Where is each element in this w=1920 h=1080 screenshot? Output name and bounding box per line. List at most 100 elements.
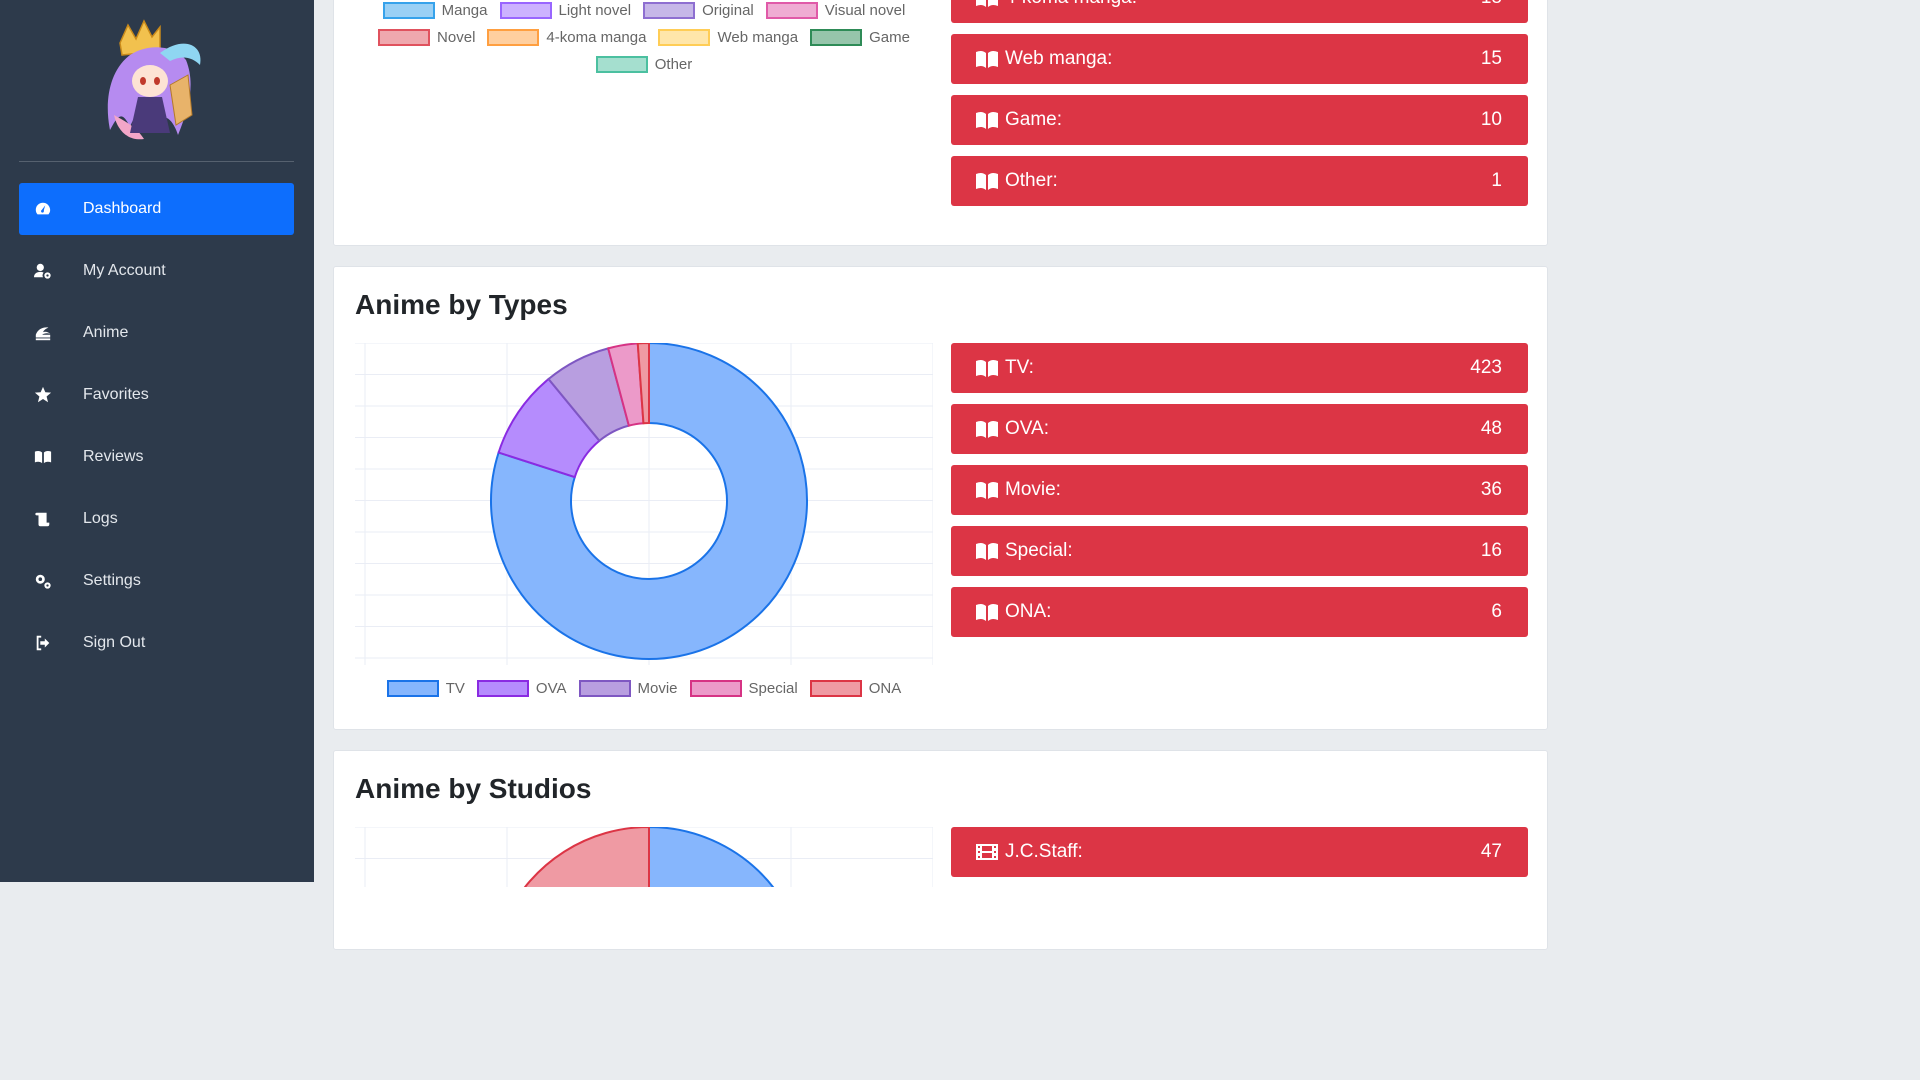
book-open-icon bbox=[975, 541, 999, 561]
sidebar-item-dashboard[interactable]: Dashboard bbox=[19, 183, 294, 235]
sidebar-item-favorites[interactable]: Favorites bbox=[19, 369, 294, 421]
legend-item[interactable]: Movie bbox=[578, 675, 678, 702]
legend-label: OVA bbox=[535, 680, 567, 697]
logo bbox=[100, 15, 212, 145]
types-legend: TV OVA Movie Special ONA bbox=[355, 675, 933, 702]
scroll-icon bbox=[34, 510, 52, 528]
sidebar: Dashboard My Account Anime Favorites Rev… bbox=[0, 0, 314, 882]
card-title: Anime by Types bbox=[355, 289, 568, 320]
stat-label: 4-koma manga: bbox=[1005, 0, 1481, 9]
sources-card: Manga Light novel Original Visual novel Nove… bbox=[333, 0, 1548, 246]
user-gear-icon bbox=[34, 262, 52, 280]
legend-swatch bbox=[487, 29, 540, 46]
legend-swatch bbox=[378, 29, 431, 46]
book-open-icon bbox=[34, 448, 52, 466]
stat-value: 36 bbox=[1480, 479, 1502, 500]
sidebar-item-label: Anime bbox=[83, 324, 129, 341]
stat-label: ONA: bbox=[1005, 601, 1052, 622]
stat-row: Movie: 36 bbox=[951, 465, 1528, 515]
stat-row: ONA: 6 bbox=[951, 587, 1528, 637]
stat-label: Web manga: bbox=[1005, 48, 1113, 69]
stat-value: 6 bbox=[1491, 601, 1502, 622]
book-open-icon bbox=[975, 419, 999, 439]
legend-label: Web manga bbox=[717, 29, 799, 46]
stat-label: Movie: bbox=[1005, 479, 1061, 500]
legend-label: Original bbox=[702, 2, 754, 19]
stat-label: Special: bbox=[1005, 540, 1073, 561]
stat-row: TV: 423 bbox=[951, 343, 1528, 393]
stat-value: 10 bbox=[1480, 109, 1502, 130]
sources-legend: Manga Light novel Original Visual novel Nove… bbox=[355, 0, 933, 78]
legend-item[interactable]: TV bbox=[386, 675, 465, 702]
stat-label: TV: bbox=[1005, 357, 1034, 378]
legend-swatch bbox=[809, 680, 862, 697]
legend-label: Special bbox=[748, 680, 798, 697]
legend-swatch bbox=[499, 2, 552, 19]
book-open-icon bbox=[975, 171, 999, 191]
legend-label: Game bbox=[869, 29, 910, 46]
stat-row: Other: 1 bbox=[951, 156, 1528, 206]
sidebar-divider bbox=[19, 161, 294, 162]
stat-row: Web manga: 15 bbox=[951, 34, 1528, 84]
slice-studio-red[interactable] bbox=[506, 827, 650, 887]
sidebar-item-label: Favorites bbox=[83, 386, 149, 403]
studios-pie-chart bbox=[355, 827, 933, 887]
slice-studio-blue[interactable] bbox=[648, 827, 807, 887]
sign-out-icon bbox=[34, 634, 52, 652]
legend-swatch bbox=[386, 680, 439, 697]
book-open-icon bbox=[975, 602, 999, 622]
stat-label: J.C.Staff: bbox=[1005, 841, 1083, 862]
legend-label: Visual novel bbox=[824, 2, 906, 19]
sidebar-item-sign-out[interactable]: Sign Out bbox=[19, 617, 294, 669]
legend-item[interactable]: Original bbox=[643, 0, 754, 24]
sidebar-item-label: Dashboard bbox=[83, 200, 162, 217]
book-open-icon bbox=[975, 358, 999, 378]
legend-item[interactable]: Visual novel bbox=[765, 0, 906, 24]
sidebar-item-anime[interactable]: Anime bbox=[19, 307, 294, 359]
stat-value: 1 bbox=[1491, 170, 1502, 191]
legend-item[interactable]: Novel bbox=[378, 24, 475, 51]
stat-value: 423 bbox=[1470, 357, 1502, 378]
sidebar-item-label: Logs bbox=[83, 510, 118, 527]
legend-item[interactable]: Manga bbox=[382, 0, 488, 24]
legend-item[interactable]: Other bbox=[595, 51, 693, 78]
sidebar-item-label: Settings bbox=[83, 572, 141, 589]
legend-item[interactable]: Game bbox=[810, 24, 910, 51]
legend-swatch bbox=[595, 56, 648, 73]
legend-item[interactable]: 4-koma manga bbox=[487, 24, 646, 51]
legend-item[interactable]: Web manga bbox=[658, 24, 798, 51]
legend-item[interactable]: OVA bbox=[476, 675, 567, 702]
sidebar-item-reviews[interactable]: Reviews bbox=[19, 431, 294, 483]
anime-icon bbox=[34, 324, 52, 342]
sources-chart: Manga Light novel Original Visual novel Nove… bbox=[355, 1, 933, 101]
stat-value: 16 bbox=[1480, 540, 1502, 561]
sidebar-item-my-account[interactable]: My Account bbox=[19, 245, 294, 297]
card-title: Anime by Studios bbox=[355, 773, 592, 804]
legend-swatch bbox=[765, 2, 818, 19]
book-open-icon bbox=[975, 49, 999, 69]
sidebar-item-label: Reviews bbox=[83, 448, 144, 465]
legend-label: Other bbox=[654, 56, 693, 73]
legend-swatch bbox=[382, 2, 435, 19]
legend-item[interactable]: ONA bbox=[809, 675, 902, 702]
sidebar-item-label: Sign Out bbox=[83, 634, 146, 651]
legend-swatch bbox=[689, 680, 742, 697]
star-icon bbox=[34, 386, 52, 404]
stat-row: Game: 10 bbox=[951, 95, 1528, 145]
legend-swatch bbox=[643, 2, 696, 19]
stat-row: Special: 16 bbox=[951, 526, 1528, 576]
legend-item[interactable]: Light novel bbox=[499, 0, 631, 24]
stat-row: OVA: 48 bbox=[951, 404, 1528, 454]
stat-value: 18 bbox=[1481, 0, 1502, 9]
gauge-icon bbox=[34, 200, 52, 218]
sidebar-item-logs[interactable]: Logs bbox=[19, 493, 294, 545]
legend-item[interactable]: Special bbox=[689, 675, 798, 702]
legend-label: Manga bbox=[441, 2, 488, 19]
film-icon bbox=[975, 842, 999, 862]
legend-label: Novel bbox=[437, 29, 476, 46]
sidebar-item-settings[interactable]: Settings bbox=[19, 555, 294, 607]
legend-label: ONA bbox=[868, 680, 902, 697]
gears-icon bbox=[34, 572, 52, 590]
types-card: Anime by Types TV OVA Movie Special ONA TV: 4… bbox=[333, 266, 1548, 730]
book-open-icon bbox=[975, 480, 999, 500]
